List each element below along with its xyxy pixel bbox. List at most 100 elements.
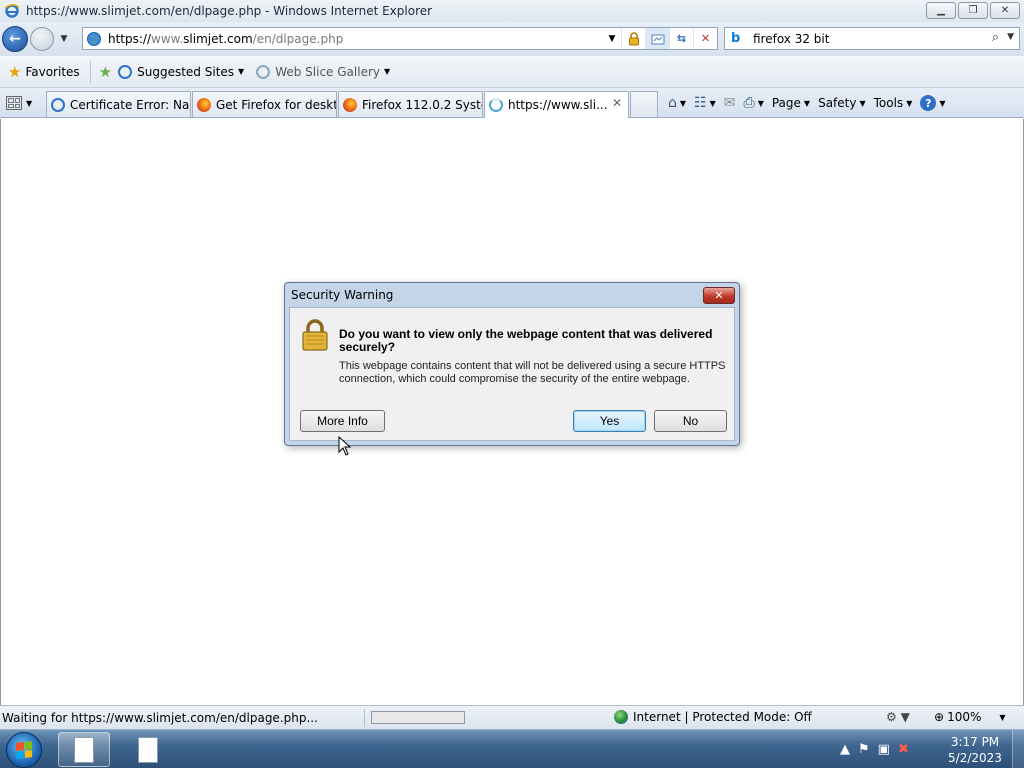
read-mail-button[interactable]: ✉ [724,95,736,111]
command-bar: ⌂ ▼ ☷ ▼ ✉ ⎙ ▼ Page ▼ Safety ▼ Tools ▼ ? … [668,88,954,118]
system-tray: ▲ ⚑ ▣ ✖ [840,730,909,768]
close-icon: ✕ [1000,5,1010,16]
mail-icon: ✉ [723,95,736,111]
security-warning-dialog: Security Warning ✕ Do you want to view o… [284,282,740,446]
recent-pages-dropdown[interactable]: ▼ [57,31,71,47]
suggested-sites-button[interactable]: Suggested Sites ▼ [118,64,245,79]
chevron-down-icon: ▼ [757,98,764,108]
add-to-favorites-bar-button[interactable]: ★ [99,63,116,81]
clock[interactable]: 3:17 PM 5/2/2023 [944,734,1006,766]
favorites-star-icon: ★ [8,62,22,81]
tab-slimjet-active[interactable]: https://www.sli... ✕ [484,91,629,118]
page-load-progress [371,711,465,724]
taskbar-item-ie[interactable] [58,732,110,767]
refresh-icon[interactable]: ⇆ [669,28,693,49]
favorites-separator [89,60,91,83]
search-input[interactable]: firefox 32 bit [753,32,829,46]
start-button[interactable] [6,732,42,768]
popup-blocker-icon[interactable]: ⚙ ▼ [886,710,910,724]
dialog-title: Security Warning [291,288,394,302]
window-title-bar: https://www.slimjet.com/en/dlpage.php - … [0,0,1024,22]
bing-icon: b [731,31,741,46]
forward-button[interactable] [30,27,54,51]
printer-icon: ⎙ [743,95,755,111]
page-menu[interactable]: Page ▼ [772,96,810,110]
tab-label: Firefox 112.0.2 Syste... [362,97,482,112]
quick-tabs-icon [6,96,22,110]
security-zone[interactable]: Internet | Protected Mode: Off [614,710,812,724]
ie-logo-icon [4,3,20,19]
back-arrow-icon: ← [9,31,21,47]
dialog-detail: This webpage contains content that will … [339,360,726,385]
tools-menu[interactable]: Tools ▼ [874,96,913,110]
safety-menu[interactable]: Safety ▼ [818,96,866,110]
status-text: Waiting for https://www.slimjet.com/en/d… [2,710,318,725]
ie-page-icon [118,64,133,79]
print-button[interactable]: ⎙ ▼ [744,95,764,111]
search-box[interactable]: b firefox 32 bit ⌕ ▼ [724,27,1020,50]
address-url: https://www.slimjet.com/en/dlpage.php [108,31,344,46]
chevron-down-icon: ▼ [238,67,245,76]
firefox-icon [197,97,211,112]
network-icon[interactable]: ▣ [878,742,890,757]
address-bar[interactable]: https://www.slimjet.com/en/dlpage.php ▼ … [82,27,718,50]
favorites-label: Favorites [25,64,80,79]
padlock-icon [300,318,330,352]
web-slice-gallery-button[interactable]: Web Slice Gallery ▼ [256,64,391,79]
close-window-button[interactable]: ✕ [990,2,1020,19]
new-tab-button[interactable] [630,91,658,117]
tab-certificate-error[interactable]: Certificate Error: Na... [46,91,191,117]
close-icon: ✕ [714,289,724,302]
show-hidden-icons-icon[interactable]: ▲ [840,742,850,757]
chevron-down-icon: ▼ [383,67,391,76]
security-zone-label: Internet | Protected Mode: Off [633,710,812,724]
mouse-cursor-icon [338,436,352,456]
tab-get-firefox[interactable]: Get Firefox for deskt... [192,91,337,117]
document-icon [74,736,94,763]
action-center-flag-icon[interactable]: ⚑ [858,742,870,757]
ie-page-icon [256,64,271,79]
quick-tabs-button[interactable]: ▼ [6,92,44,114]
chevron-down-icon: ▼ [859,98,866,108]
minimize-icon: ▁ [937,5,945,16]
tab-firefox-system[interactable]: Firefox 112.0.2 Syste... [338,91,483,117]
chevron-down-icon: ▼ [679,98,687,108]
taskbar-item-document[interactable] [122,732,174,767]
restore-button[interactable]: ❐ [958,2,988,19]
yes-button[interactable]: Yes [573,410,646,432]
clock-time: 3:17 PM [950,735,1000,749]
zoom-icon: ⊕ [934,710,945,724]
no-button[interactable]: No [654,410,727,432]
search-icon[interactable]: ⌕ [992,30,999,45]
zoom-control[interactable]: ⊕ 100% ▼ [934,710,1006,724]
close-tab-icon[interactable]: ✕ [612,96,622,110]
tab-row: ▼ Certificate Error: Na... Get Firefox f… [0,88,1024,118]
minimize-button[interactable]: ▁ [926,2,956,19]
chevron-down-icon: ▼ [906,98,913,108]
security-lock-icon[interactable] [621,28,645,49]
compatibility-view-icon[interactable] [645,28,669,49]
feeds-button[interactable]: ☷ ▼ [694,95,716,111]
more-info-button[interactable]: More Info [300,410,385,432]
dialog-close-button[interactable]: ✕ [703,287,735,304]
clock-date: 5/2/2023 [948,751,1002,765]
add-favorite-icon: ★ [98,62,113,81]
stop-icon[interactable]: ✕ [693,28,717,49]
windows-logo-icon [16,741,32,759]
back-button[interactable]: ← [2,26,28,52]
tab-label: Get Firefox for deskt... [216,97,337,112]
address-dropdown[interactable]: ▼ [603,28,621,49]
window-title: https://www.slimjet.com/en/dlpage.php - … [26,4,433,18]
status-bar: Waiting for https://www.slimjet.com/en/d… [0,705,1024,729]
help-menu[interactable]: ? ▼ [920,95,946,111]
show-desktop-button[interactable] [1012,730,1024,768]
home-button[interactable]: ⌂ ▼ [668,95,686,111]
navigation-bar: ← ▼ https://www.slimjet.com/en/dlpage.ph… [0,22,1024,56]
volume-muted-icon[interactable]: ✖ [898,742,909,757]
tab-list-dropdown[interactable]: ▼ [26,99,32,108]
tab-label: https://www.sli... [508,98,608,112]
page-globe-icon [86,31,102,47]
search-options-dropdown[interactable]: ▼ [1007,32,1014,42]
favorites-button[interactable]: ★ Favorites [8,63,80,81]
page-menu-label: Page [771,96,801,110]
